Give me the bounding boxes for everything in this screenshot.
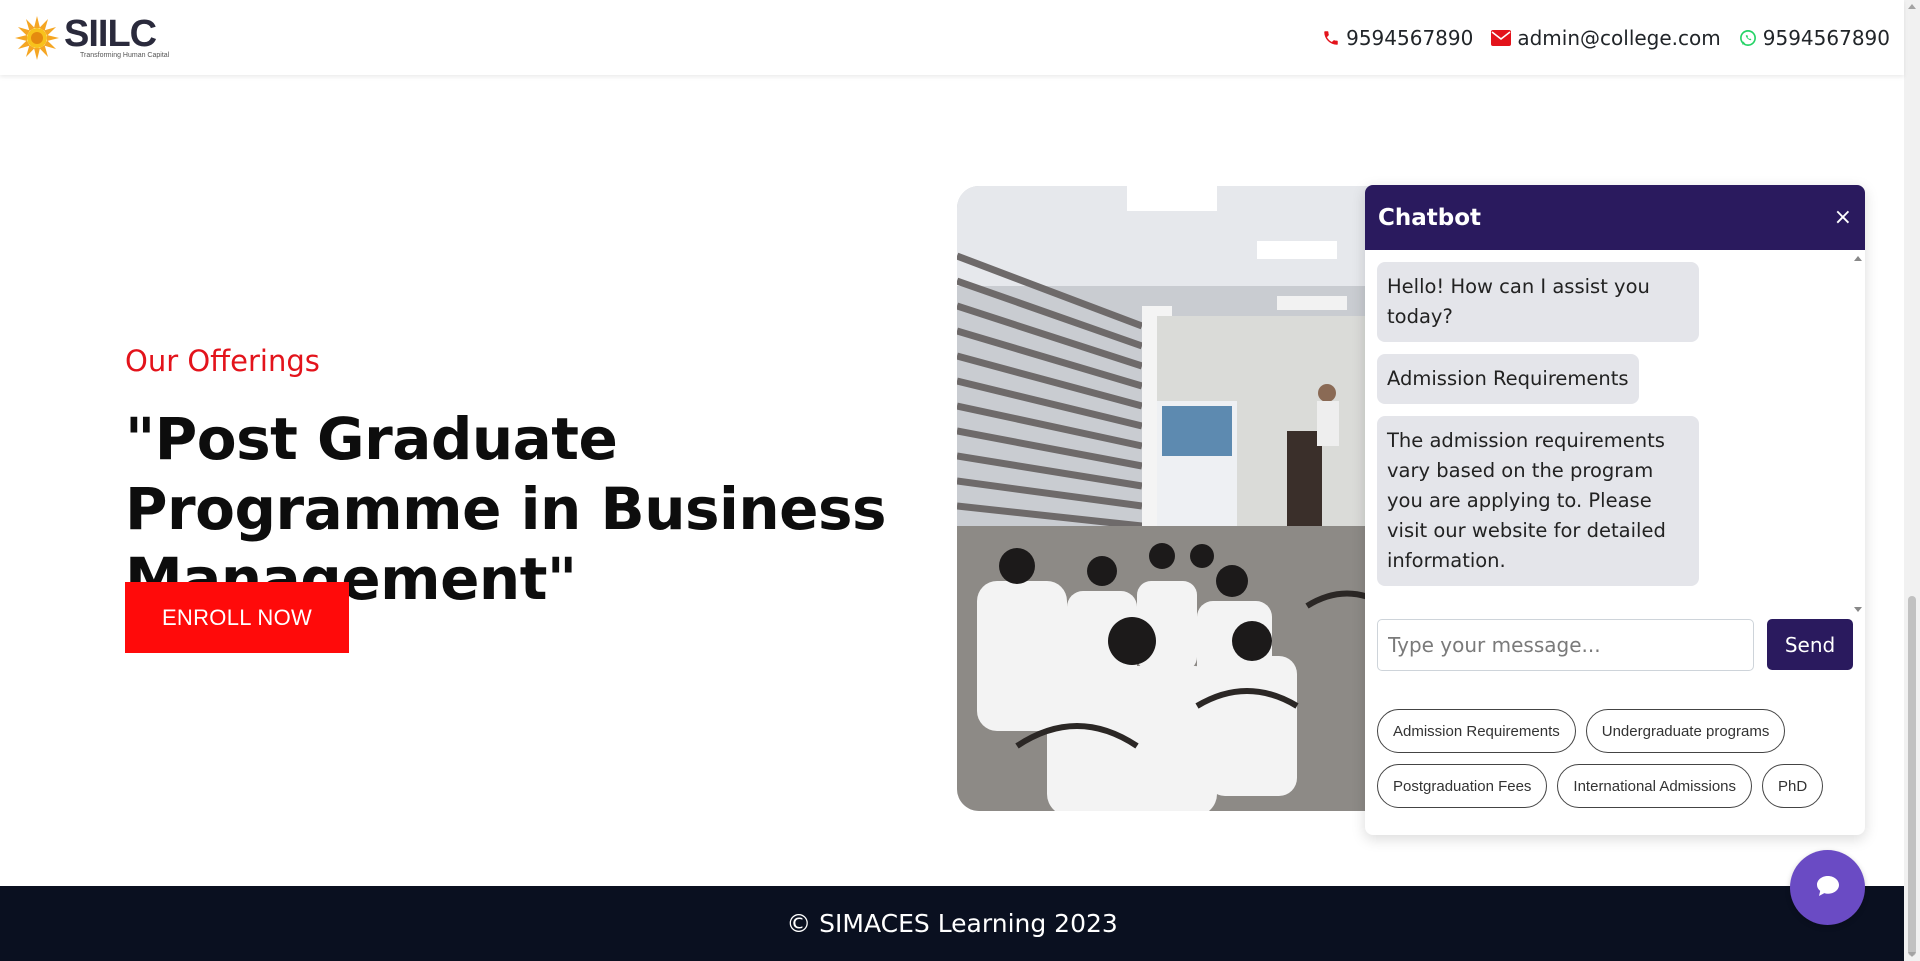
chatbot-panel: Chatbot × Hello! How can I assist you to… <box>1365 185 1865 835</box>
copyright-text: © SIMACES Learning 2023 <box>786 909 1118 938</box>
site-header: SIILC Transforming Human Capital 9594567… <box>0 0 1904 75</box>
suggestion-chip[interactable]: Undergraduate programs <box>1585 709 1786 753</box>
chatbot-title: Chatbot <box>1378 204 1482 231</box>
scroll-down-arrow-icon[interactable] <box>1854 607 1862 612</box>
chat-bubble-icon <box>1816 875 1840 901</box>
whatsapp-icon <box>1739 29 1757 47</box>
chatbot-header: Chatbot × <box>1365 185 1865 250</box>
scroll-up-arrow-icon[interactable] <box>1908 4 1916 9</box>
bot-message: The admission requirements vary based on… <box>1377 416 1699 586</box>
suggestion-chip[interactable]: Postgraduation Fees <box>1377 764 1548 808</box>
enroll-now-button[interactable]: ENROLL NOW <box>125 582 349 653</box>
close-icon[interactable]: × <box>1834 205 1852 230</box>
chat-scrollbar[interactable] <box>1851 256 1863 612</box>
suggestion-chip[interactable]: International Admissions <box>1557 764 1753 808</box>
site-footer: © SIMACES Learning 2023 <box>0 886 1904 961</box>
offerings-label: Our Offerings <box>125 344 320 378</box>
chat-toggle-button[interactable] <box>1790 850 1865 925</box>
chat-message-input[interactable] <box>1377 619 1754 671</box>
sun-logo-icon <box>14 15 60 61</box>
bot-message: Hello! How can I assist you today? <box>1377 262 1699 342</box>
phone-contact[interactable]: 9594567890 <box>1322 26 1473 50</box>
suggestion-chip[interactable]: PhD <box>1762 764 1824 808</box>
email-address: admin@college.com <box>1517 25 1721 50</box>
email-contact[interactable]: admin@college.com <box>1491 25 1721 50</box>
chat-messages[interactable]: Hello! How can I assist you today? Admis… <box>1365 250 1865 612</box>
user-message: Admission Requirements <box>1377 354 1639 404</box>
suggestion-chips: Admission Requirements Undergraduate pro… <box>1365 671 1865 808</box>
suggestion-chip[interactable]: Admission Requirements <box>1377 709 1576 753</box>
contact-bar: 9594567890 admin@college.com 9594567890 <box>1322 26 1890 50</box>
send-button[interactable]: Send <box>1767 619 1853 670</box>
scroll-down-arrow-icon[interactable] <box>1908 952 1916 957</box>
phone-number: 9594567890 <box>1346 25 1474 50</box>
page-scrollbar[interactable] <box>1904 0 1920 961</box>
whatsapp-number: 9594567890 <box>1762 25 1890 50</box>
logo-name: SIILC <box>64 13 157 55</box>
logo-tagline: Transforming Human Capital <box>80 52 170 59</box>
whatsapp-contact[interactable]: 9594567890 <box>1739 26 1890 50</box>
envelope-icon <box>1491 29 1512 46</box>
phone-icon <box>1322 29 1340 47</box>
scroll-up-arrow-icon[interactable] <box>1854 256 1862 261</box>
scrollbar-thumb[interactable] <box>1908 596 1916 956</box>
site-logo[interactable]: SIILC Transforming Human Capital <box>14 15 169 61</box>
